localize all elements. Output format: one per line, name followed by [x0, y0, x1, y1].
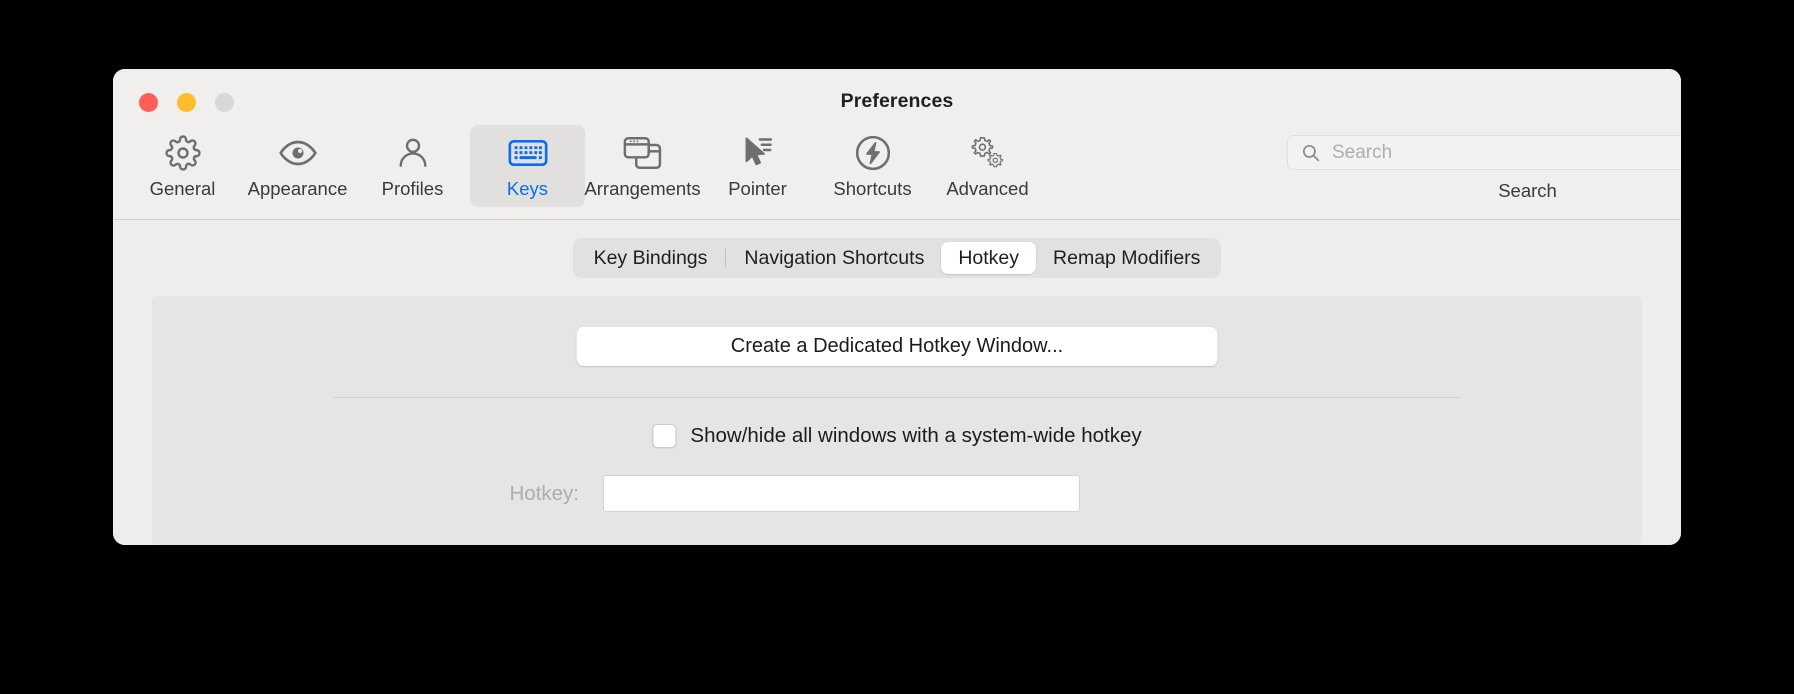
window-title: Preferences: [840, 90, 954, 112]
hotkey-input[interactable]: [603, 475, 1080, 512]
toolbar-label-shortcuts: Shortcuts: [833, 178, 912, 199]
toolbar-label-profiles: Profiles: [381, 178, 444, 199]
magnifier-icon: [1300, 142, 1322, 164]
toolbar-label-advanced: Advanced: [946, 178, 1029, 199]
toolbar-item-keys[interactable]: Keys: [470, 125, 585, 207]
toolbar-item-profiles[interactable]: Profiles: [355, 125, 470, 207]
window-titlebar: Preferences: [113, 69, 1681, 129]
search-area: Search: [1287, 135, 1681, 202]
toolbar-item-pointer[interactable]: Pointer: [700, 125, 815, 207]
gear-icon: [164, 133, 201, 173]
toolbar-item-general[interactable]: General: [125, 125, 240, 207]
windows-icon: [623, 133, 663, 173]
tab-remap-modifiers[interactable]: Remap Modifiers: [1036, 242, 1217, 274]
show-hide-windows-checkbox[interactable]: [652, 424, 677, 448]
preferences-content: Key Bindings Navigation Shortcuts Hotkey…: [113, 220, 1681, 545]
keyboard-icon: [508, 133, 548, 173]
toolbar-item-arrangements[interactable]: Arrangements: [584, 125, 701, 207]
person-icon: [395, 133, 431, 173]
toolbar-items: General Appearance Profiles Keys Arrange…: [125, 125, 1045, 207]
tab-hotkey[interactable]: Hotkey: [941, 242, 1037, 274]
toolbar-label-arrangements: Arrangements: [584, 178, 701, 199]
show-hide-windows-label: Show/hide all windows with a system-wide…: [690, 424, 1142, 447]
toolbar-label-pointer: Pointer: [728, 178, 787, 199]
toolbar-item-appearance[interactable]: Appearance: [240, 125, 355, 207]
tab-key-bindings[interactable]: Key Bindings: [577, 242, 725, 274]
toolbar-label-general: General: [149, 178, 216, 199]
eye-icon: [278, 133, 318, 173]
tab-navigation-shortcuts[interactable]: Navigation Shortcuts: [727, 242, 941, 274]
cursor-icon: [740, 133, 776, 173]
toolbar-item-advanced[interactable]: Advanced: [930, 125, 1045, 207]
toolbar-label-appearance: Appearance: [247, 178, 348, 199]
hotkey-label: Hotkey:: [509, 481, 580, 505]
screen: Preferences General Appearance Profiles …: [0, 0, 1794, 694]
bolt-circle-icon: [854, 133, 892, 173]
toolbar-item-shortcuts[interactable]: Shortcuts: [815, 125, 930, 207]
show-hide-windows-row[interactable]: Show/hide all windows with a system-wide…: [652, 424, 1142, 448]
create-dedicated-hotkey-window-button[interactable]: Create a Dedicated Hotkey Window...: [576, 327, 1218, 366]
hotkey-row: Hotkey:: [463, 475, 1080, 512]
panel-divider: [333, 397, 1461, 398]
search-input[interactable]: [1322, 140, 1681, 165]
hotkey-panel: Create a Dedicated Hotkey Window... Show…: [152, 296, 1642, 545]
tab-row: Key Bindings Navigation Shortcuts Hotkey…: [113, 238, 1681, 278]
toolbar-label-keys: Keys: [506, 178, 549, 199]
segmented-control: Key Bindings Navigation Shortcuts Hotkey…: [572, 238, 1222, 278]
preferences-toolbar: General Appearance Profiles Keys Arrange…: [113, 125, 1681, 220]
preferences-window: Preferences General Appearance Profiles …: [113, 69, 1681, 545]
tab-separator: [725, 248, 727, 268]
search-box[interactable]: [1287, 135, 1681, 170]
search-caption: Search: [1498, 180, 1557, 201]
gears-icon: [969, 133, 1007, 173]
